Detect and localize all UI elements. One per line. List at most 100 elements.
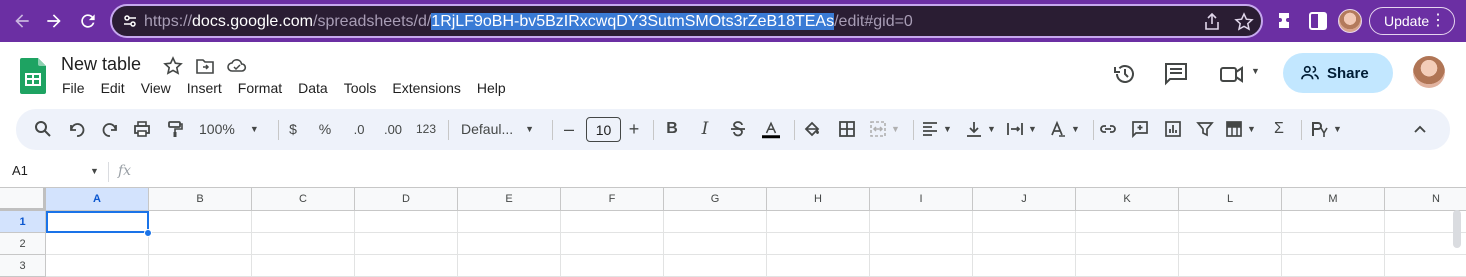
horizontal-align-button[interactable]: ▼ (921, 119, 957, 139)
vertical-scrollbar[interactable] (1453, 210, 1461, 248)
menu-format[interactable]: Format (238, 80, 282, 96)
update-button[interactable]: Update ⋮ (1369, 7, 1455, 35)
bold-button[interactable]: B (664, 119, 680, 139)
increase-decimal-button[interactable]: .00 (380, 119, 406, 139)
decrease-decimal-button[interactable]: .0 (348, 119, 370, 139)
column-header-f[interactable]: F (561, 188, 664, 211)
column-header-k[interactable]: K (1076, 188, 1179, 211)
cell-g1[interactable] (664, 211, 767, 233)
search-menus-button[interactable] (33, 119, 53, 139)
hide-menus-button[interactable] (1410, 119, 1430, 139)
meet-dropdown-icon[interactable]: ▼ (1251, 66, 1260, 76)
increase-font-size-button[interactable]: + (627, 119, 641, 139)
borders-button[interactable] (837, 119, 857, 139)
cell-i2[interactable] (870, 233, 973, 255)
column-header-h[interactable]: H (767, 188, 870, 211)
cell-e2[interactable] (458, 233, 561, 255)
font-family-select[interactable]: Defaul... ▼ (461, 119, 541, 139)
fill-color-button[interactable] (802, 119, 822, 139)
cloud-saved-icon[interactable] (227, 56, 247, 76)
forward-button[interactable] (42, 9, 66, 33)
column-header-d[interactable]: D (355, 188, 458, 211)
column-header-b[interactable]: B (149, 188, 252, 211)
sheets-logo-icon[interactable] (20, 58, 46, 94)
paint-format-button[interactable] (165, 119, 185, 139)
cell-g2[interactable] (664, 233, 767, 255)
text-color-button[interactable] (759, 118, 783, 142)
print-button[interactable] (132, 119, 152, 139)
document-title[interactable]: New table (61, 54, 141, 75)
cell-a3[interactable] (46, 255, 149, 277)
menu-extensions[interactable]: Extensions (392, 80, 460, 96)
cell-f2[interactable] (561, 233, 664, 255)
fill-handle[interactable] (144, 229, 152, 237)
cell-b2[interactable] (149, 233, 252, 255)
selected-cell-a1[interactable] (46, 211, 149, 233)
cell-b1[interactable] (149, 211, 252, 233)
cell-i3[interactable] (870, 255, 973, 277)
cell-j3[interactable] (973, 255, 1076, 277)
cell-f1[interactable] (561, 211, 664, 233)
cell-m2[interactable] (1282, 233, 1385, 255)
column-header-i[interactable]: I (870, 188, 973, 211)
column-header-c[interactable]: C (252, 188, 355, 211)
cell-d3[interactable] (355, 255, 458, 277)
move-folder-icon[interactable] (195, 56, 215, 76)
cell-l3[interactable] (1179, 255, 1282, 277)
address-bar[interactable]: https://docs.google.com/spreadsheets/d/1… (110, 4, 1263, 38)
column-header-a[interactable]: A (46, 188, 149, 211)
cell-l2[interactable] (1179, 233, 1282, 255)
profile-avatar[interactable] (1338, 9, 1362, 33)
more-formats-button[interactable]: 123 (415, 119, 437, 139)
zoom-select[interactable]: 100% ▼ (199, 119, 265, 139)
site-info-icon[interactable] (122, 13, 138, 29)
back-button[interactable] (10, 9, 34, 33)
row-header-3[interactable]: 3 (0, 255, 46, 277)
share-button[interactable]: Share (1283, 53, 1393, 93)
row-header-2[interactable]: 2 (0, 233, 46, 255)
insert-link-button[interactable] (1098, 119, 1118, 139)
percent-format-button[interactable]: % (318, 119, 332, 139)
side-panel-icon[interactable] (1307, 10, 1329, 32)
row-header-1[interactable]: 1 (0, 211, 46, 233)
vertical-align-button[interactable]: ▼ (965, 119, 1001, 139)
column-header-g[interactable]: G (664, 188, 767, 211)
menu-data[interactable]: Data (298, 80, 328, 96)
column-header-j[interactable]: J (973, 188, 1076, 211)
insert-chart-button[interactable] (1163, 119, 1183, 139)
cell-i1[interactable] (870, 211, 973, 233)
menu-view[interactable]: View (141, 80, 171, 96)
cell-e1[interactable] (458, 211, 561, 233)
cell-j1[interactable] (973, 211, 1076, 233)
share-page-icon[interactable] (1202, 12, 1222, 32)
font-size-input[interactable]: 10 (586, 117, 621, 142)
cell-c3[interactable] (252, 255, 355, 277)
column-header-m[interactable]: M (1282, 188, 1385, 211)
cell-a2[interactable] (46, 233, 149, 255)
functions-button[interactable]: Σ (1272, 119, 1286, 139)
filter-views-button[interactable]: ▼ (1225, 119, 1261, 139)
star-icon[interactable] (163, 56, 183, 76)
select-all-corner[interactable] (0, 188, 46, 211)
menu-help[interactable]: Help (477, 80, 506, 96)
cell-c2[interactable] (252, 233, 355, 255)
extensions-puzzle-icon[interactable] (1275, 10, 1297, 32)
menu-insert[interactable]: Insert (187, 80, 222, 96)
account-avatar[interactable] (1413, 56, 1445, 88)
merge-cells-button[interactable]: ▼ (869, 119, 905, 139)
cell-h3[interactable] (767, 255, 870, 277)
column-header-e[interactable]: E (458, 188, 561, 211)
redo-button[interactable] (100, 119, 120, 139)
cell-m3[interactable] (1282, 255, 1385, 277)
cell-d1[interactable] (355, 211, 458, 233)
cell-n3[interactable] (1385, 255, 1466, 277)
cell-h1[interactable] (767, 211, 870, 233)
meet-video-icon[interactable] (1219, 61, 1245, 87)
menu-file[interactable]: File (62, 80, 85, 96)
italic-button[interactable]: I (697, 119, 713, 139)
cell-g3[interactable] (664, 255, 767, 277)
bookmark-star-icon[interactable] (1234, 12, 1254, 32)
cell-j2[interactable] (973, 233, 1076, 255)
column-header-l[interactable]: L (1179, 188, 1282, 211)
cell-d2[interactable] (355, 233, 458, 255)
